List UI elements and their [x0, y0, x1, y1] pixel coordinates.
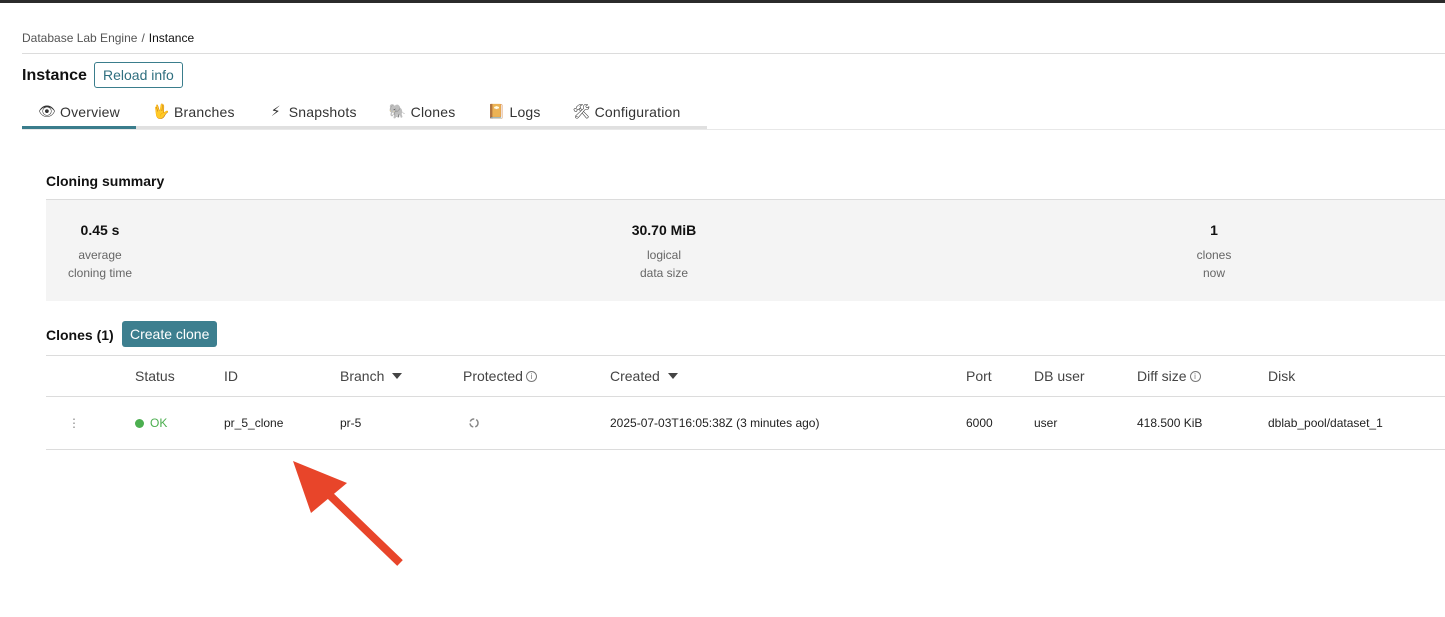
tab-label: Snapshots	[288, 103, 357, 120]
protected-cell	[468, 397, 480, 449]
table-row[interactable]: ⋮ OK pr_5_clone pr-5 2025-07-03T16:05:38…	[46, 397, 1445, 450]
cloning-summary-title: Cloning summary	[46, 173, 165, 189]
clone-id: pr_5_clone	[224, 416, 284, 430]
breadcrumb-separator: /	[141, 31, 145, 45]
column-status: Status	[135, 356, 175, 396]
clone-branch: pr-5	[340, 416, 362, 430]
column-port: Port	[966, 356, 992, 396]
cloning-summary-panel: 0.45 s average cloning time 30.70 MiB lo…	[46, 199, 1445, 301]
status-badge: OK	[135, 397, 167, 449]
stat-label: logical	[646, 248, 682, 262]
column-id: ID	[224, 356, 238, 396]
tab-configuration[interactable]: 🛠 Configuration	[557, 97, 697, 126]
tab-snapshots[interactable]: ⚡ Snapshots	[251, 97, 373, 126]
top-bar	[0, 0, 1445, 3]
clone-created: 2025-07-03T16:05:38Z (3 minutes ago)	[610, 416, 820, 430]
stat-label: data size	[639, 266, 689, 280]
column-branch[interactable]: Branch	[340, 356, 403, 396]
column-label: Diff size	[1137, 368, 1187, 384]
tab-label: Overview	[60, 103, 120, 120]
status-dot-icon	[135, 418, 144, 428]
stat-label: now	[1202, 266, 1225, 280]
column-label: Port	[966, 368, 992, 384]
stat-value: 0.45 s	[80, 222, 120, 238]
page-title: Instance	[22, 67, 87, 84]
column-label: DB user	[1034, 368, 1085, 384]
tab-branches[interactable]: 🖖 Branches	[136, 97, 251, 126]
lightning-icon: ⚡	[270, 103, 281, 119]
clone-port: 6000	[966, 416, 993, 430]
column-disk: Disk	[1268, 356, 1295, 396]
elephant-icon: 🐘	[388, 103, 407, 119]
info-icon[interactable]: i	[525, 370, 537, 382]
column-label: Created	[610, 368, 660, 384]
table-header: Status ID Branch Protected i Created Port…	[46, 355, 1445, 397]
stat-clones-now: 1 clones now	[1197, 222, 1232, 282]
sort-caret-icon	[667, 373, 678, 379]
stat-label: clones	[1196, 248, 1232, 262]
kebab-menu-icon: ⋮	[68, 416, 80, 430]
stat-label: cloning time	[67, 266, 133, 280]
column-protected: Protected i	[463, 356, 537, 396]
hand-icon: 🖖	[152, 103, 170, 119]
create-clone-button[interactable]: Create clone	[122, 321, 218, 347]
tab-bar: 👁 Overview 🖖 Branches ⚡ Snapshots 🐘 Clon…	[22, 97, 697, 129]
column-created[interactable]: Created	[610, 356, 678, 396]
column-label: Disk	[1268, 368, 1296, 384]
tab-logs[interactable]: 📔 Logs	[471, 97, 556, 126]
breadcrumb-divider	[22, 53, 1445, 54]
column-label: ID	[224, 368, 238, 384]
clone-disk: dblab_pool/dataset_1	[1268, 416, 1383, 430]
clones-table: Status ID Branch Protected i Created Port…	[46, 355, 1445, 450]
eye-icon: 👁	[38, 103, 56, 119]
breadcrumb-current: Instance	[148, 31, 195, 45]
breadcrumb: Database Lab Engine / Instance	[22, 31, 194, 45]
clone-diff-size: 418.500 KiB	[1137, 416, 1203, 430]
breadcrumb-root[interactable]: Database Lab Engine	[22, 31, 137, 45]
tab-label: Branches	[173, 103, 235, 120]
column-diff-size: Diff size i	[1137, 356, 1201, 396]
column-db-user: DB user	[1034, 356, 1085, 396]
stat-value: 1	[1210, 222, 1218, 238]
tabs-divider	[22, 129, 1445, 130]
clone-db-user: user	[1034, 416, 1058, 430]
tools-icon: 🛠	[572, 103, 591, 119]
row-menu-button[interactable]: ⋮	[68, 397, 80, 449]
tab-label: Clones	[410, 103, 456, 120]
stat-label: average	[78, 248, 122, 262]
tab-clones[interactable]: 🐘 Clones	[373, 97, 472, 126]
stat-data-size: 30.70 MiB logical data size	[632, 222, 697, 282]
reload-info-button[interactable]: Reload info	[94, 62, 183, 88]
tab-overview[interactable]: 👁 Overview	[22, 97, 136, 129]
info-icon[interactable]: i	[1189, 370, 1201, 382]
spinner-icon	[469, 418, 479, 428]
status-text: OK	[150, 416, 168, 430]
tab-label: Logs	[509, 103, 541, 120]
sort-caret-icon	[392, 373, 403, 379]
clones-title: Clones (1)	[46, 327, 114, 343]
notebook-icon: 📔	[487, 103, 506, 119]
stat-cloning-time: 0.45 s average cloning time	[68, 222, 132, 282]
stat-value: 30.70 MiB	[631, 222, 697, 238]
annotation-arrow-icon	[293, 461, 403, 566]
tab-label: Configuration	[594, 103, 681, 120]
column-label: Status	[135, 368, 175, 384]
column-label: Branch	[340, 368, 385, 384]
column-label: Protected	[463, 368, 523, 384]
